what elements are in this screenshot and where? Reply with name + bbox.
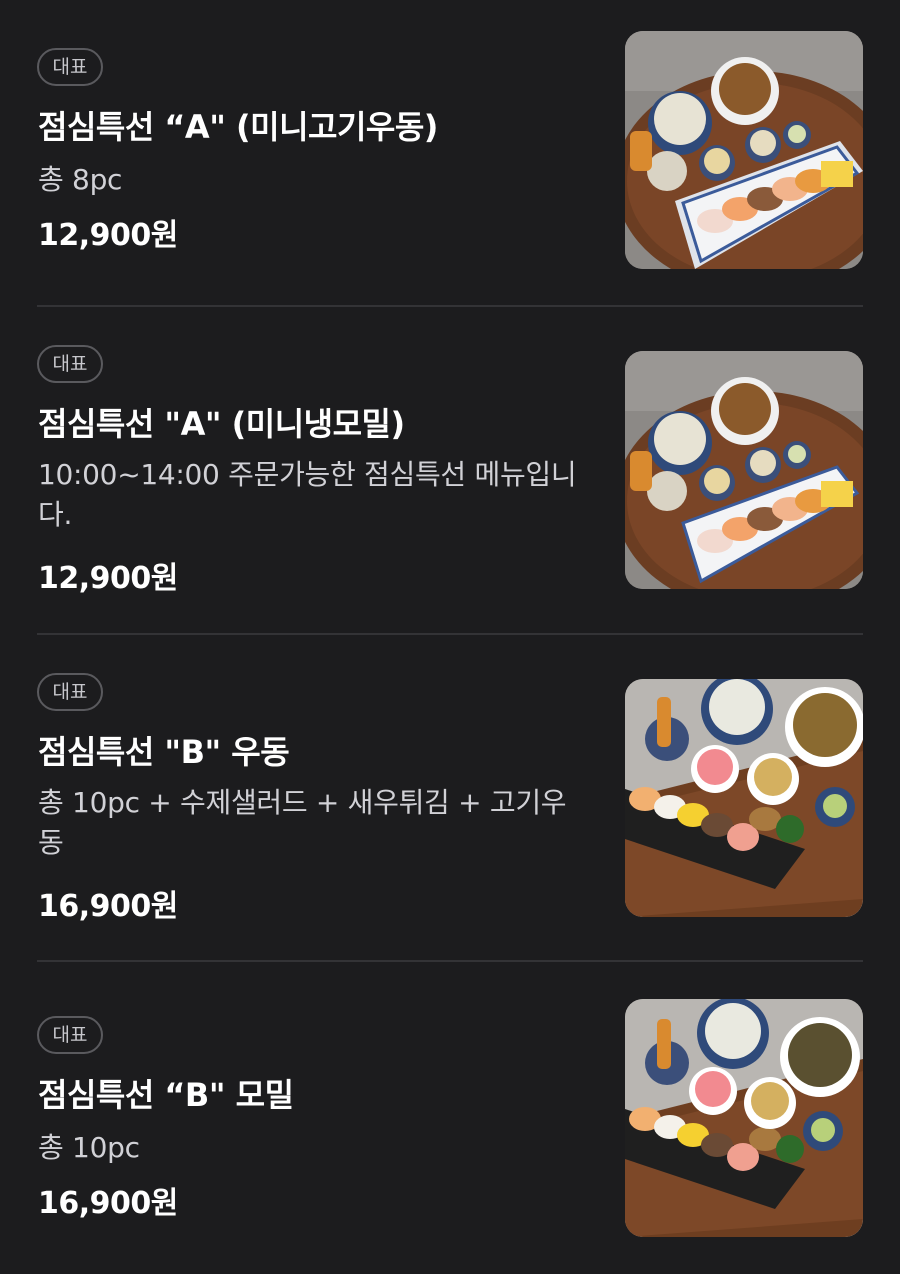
menu-item-description: 10:00~14:00 주문가능한 점심특선 메뉴입니다. [38, 458, 577, 531]
menu-item-price: 12,900원 [38, 218, 178, 253]
menu-item-description: 총 10pc [38, 1131, 140, 1164]
menu-item-title: 점심특선 "A" (미니냉모밀) [38, 405, 405, 443]
signature-badge: 대표 [37, 345, 103, 383]
menu-item-a-soba[interactable]: 대표 점심특선 "A" (미니냉모밀) 10:00~14:00 주문가능한 점심… [0, 307, 900, 633]
menu-item-photo[interactable] [625, 999, 863, 1237]
menu-list: 대표 점심특선 “A" (미니고기우동) 총 8pc 12,900원 대표 점심… [0, 0, 900, 1274]
menu-item-b-soba[interactable]: 대표 점심특선 “B" 모밀 총 10pc 16,900원 [0, 962, 900, 1274]
signature-badge: 대표 [37, 48, 103, 86]
menu-item-photo[interactable] [625, 351, 863, 589]
menu-item-price: 16,900원 [38, 1186, 178, 1221]
signature-badge: 대표 [37, 673, 103, 711]
signature-badge: 대표 [37, 1016, 103, 1054]
menu-item-photo[interactable] [625, 679, 863, 917]
menu-item-title: 점심특선 “A" (미니고기우동) [38, 108, 438, 146]
menu-item-description: 총 10pc + 수제샐러드 + 새우튀김 + 고기우동 [38, 786, 567, 859]
menu-item-title: 점심특선 "B" 우동 [38, 733, 290, 771]
menu-item-title: 점심특선 “B" 모밀 [38, 1076, 294, 1114]
menu-item-a-udon[interactable]: 대표 점심특선 “A" (미니고기우동) 총 8pc 12,900원 [0, 0, 900, 306]
menu-item-b-udon[interactable]: 대표 점심특선 "B" 우동 총 10pc + 수제샐러드 + 새우튀김 + 고… [0, 635, 900, 961]
menu-item-price: 12,900원 [38, 561, 178, 596]
menu-item-description: 총 8pc [38, 163, 123, 196]
menu-item-photo[interactable] [625, 31, 863, 269]
menu-item-price: 16,900원 [38, 889, 178, 924]
